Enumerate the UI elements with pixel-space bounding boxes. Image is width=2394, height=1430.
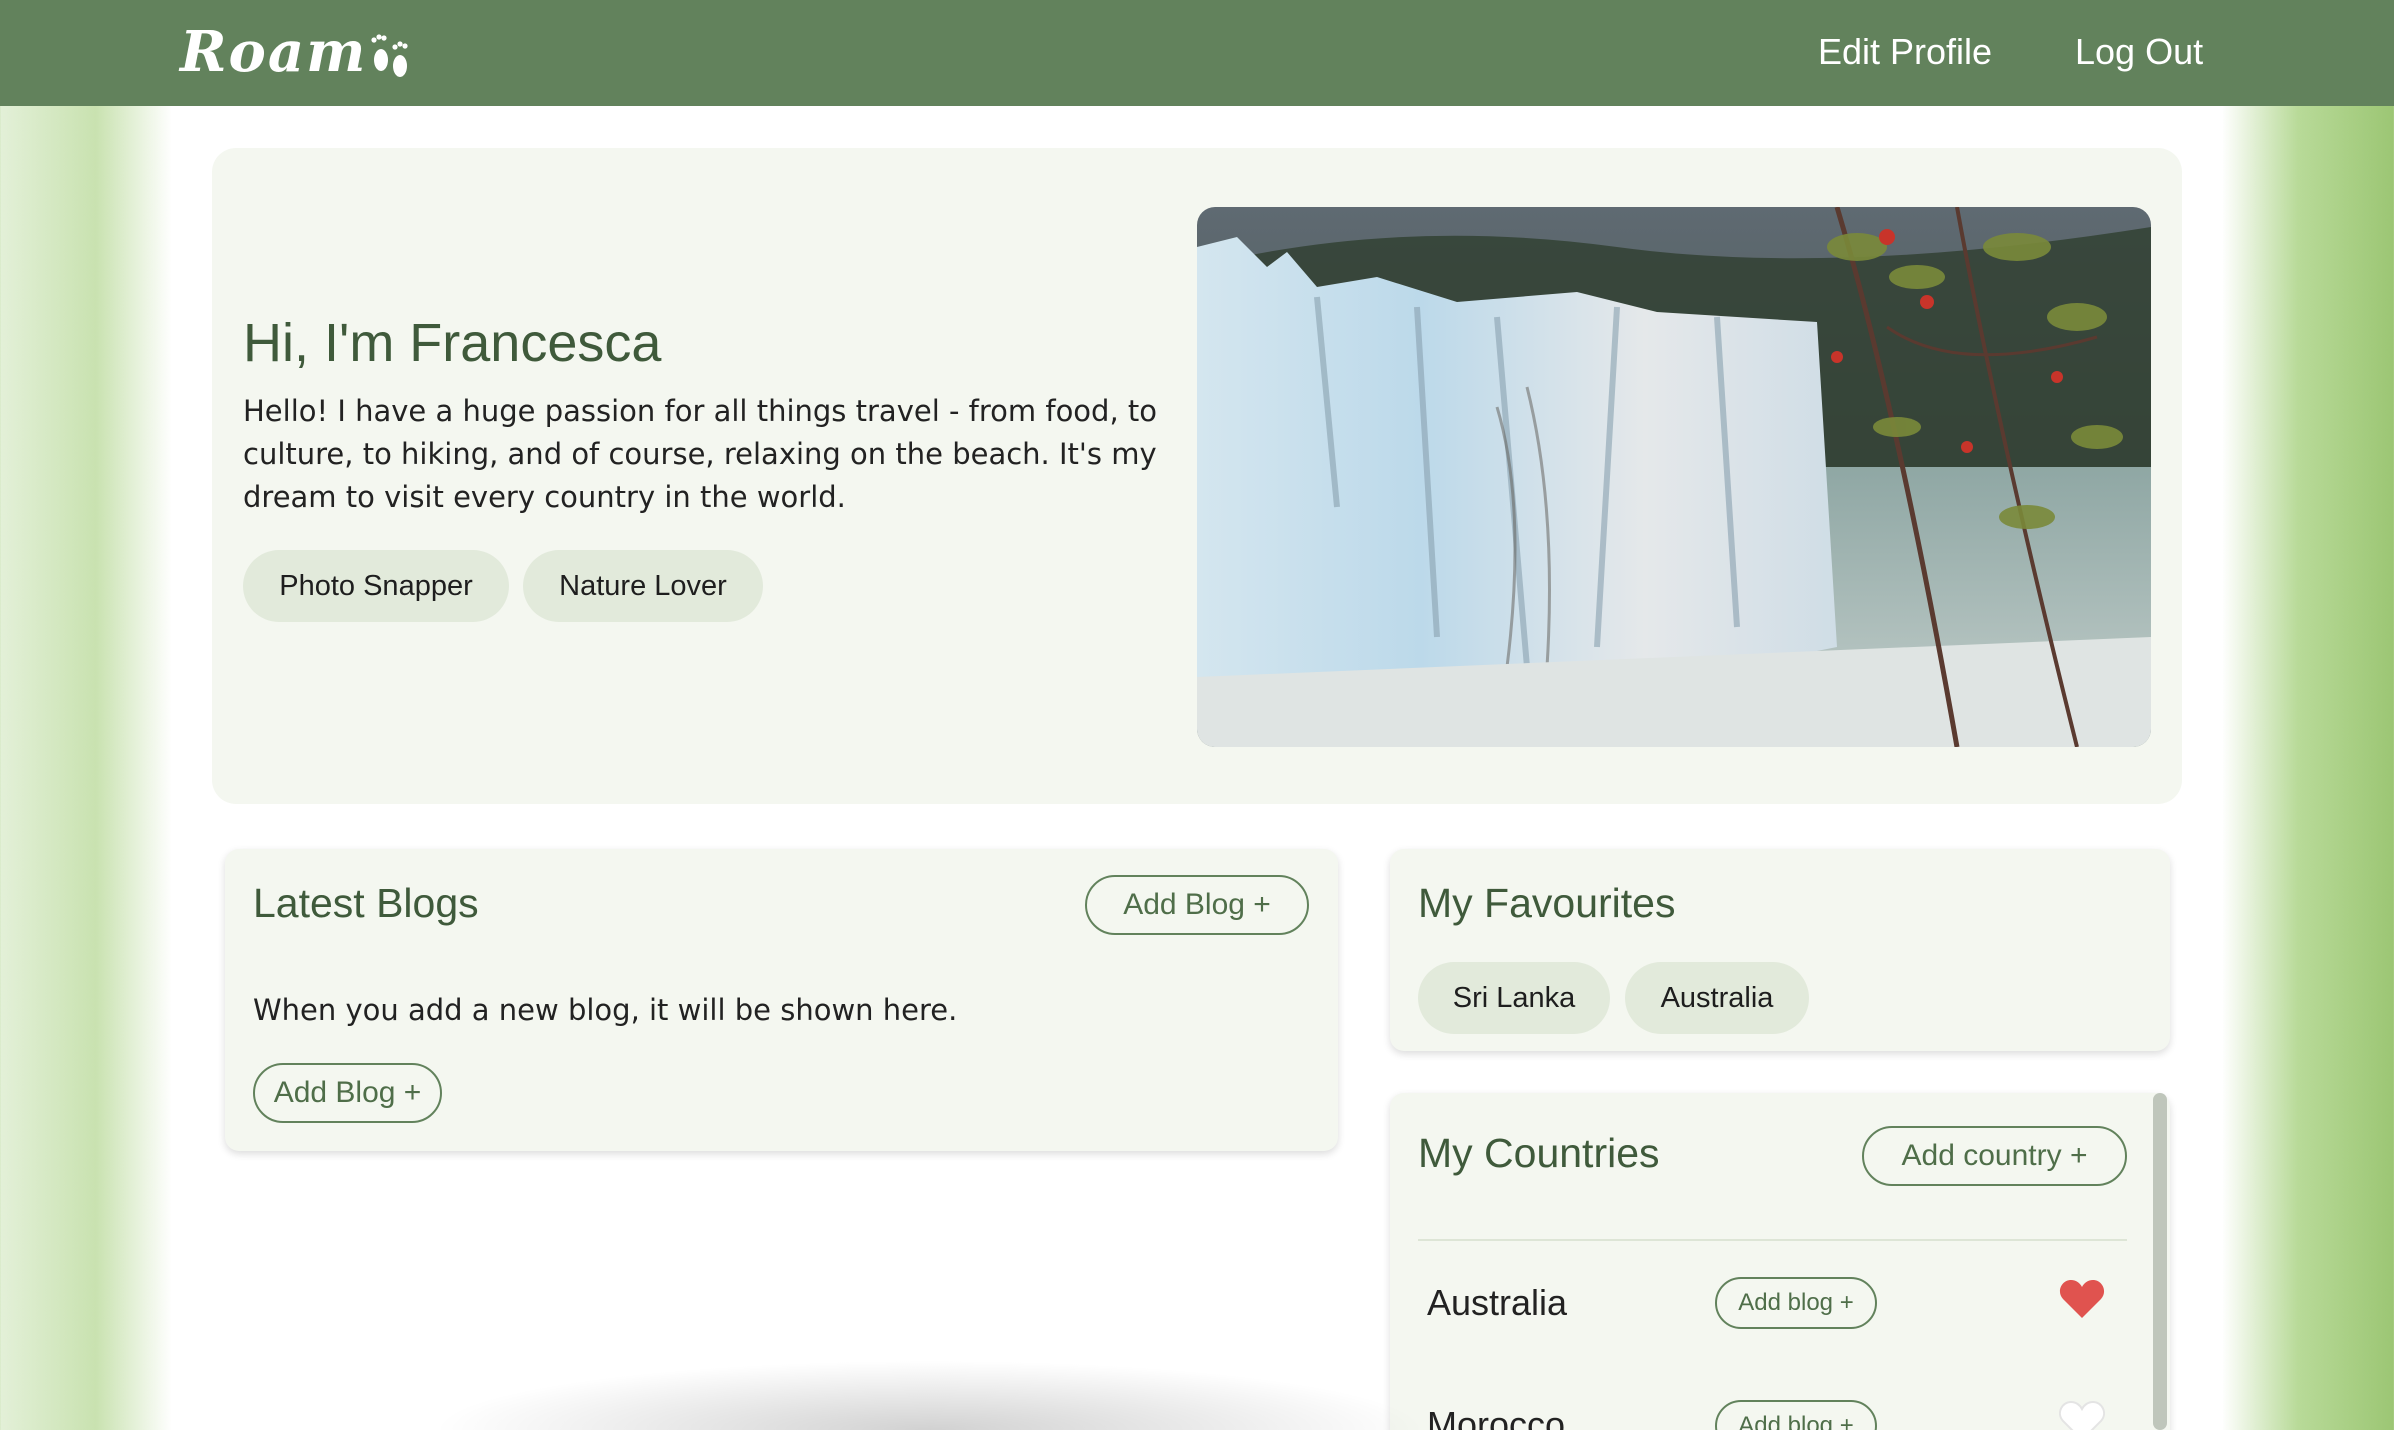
footprints-icon [371, 34, 409, 77]
blogs-empty-message: When you add a new blog, it will be show… [253, 993, 958, 1027]
country-name-morocco: Morocco [1427, 1404, 1566, 1430]
glacier-photo [1197, 207, 2151, 747]
tag-nature-lover: Nature Lover [523, 550, 763, 622]
profile-bio: Hello! I have a huge passion for all thi… [243, 394, 1158, 514]
log-out-link[interactable]: Log Out [2075, 28, 2203, 76]
heart-outline-icon[interactable] [2059, 1400, 2105, 1430]
add-blog-button[interactable]: Add Blog + [1085, 875, 1309, 935]
countries-divider [1418, 1239, 2127, 1241]
add-blog-morocco-button[interactable]: Add blog + [1715, 1400, 1877, 1430]
favourite-australia[interactable]: Australia [1625, 962, 1809, 1034]
add-country-button[interactable]: Add country + [1862, 1126, 2127, 1186]
my-favourites-title: My Favourites [1418, 880, 1676, 926]
add-blog-button-secondary[interactable]: Add Blog + [253, 1063, 442, 1123]
add-blog-australia-button[interactable]: Add blog + [1715, 1277, 1877, 1329]
logo-text: Roam [180, 19, 368, 85]
edit-profile-link[interactable]: Edit Profile [1818, 28, 1992, 76]
roam-logo[interactable]: Roam [180, 22, 413, 82]
bottom-shadow [430, 1360, 1430, 1430]
country-name-australia: Australia [1427, 1282, 1568, 1323]
countries-scrollbar[interactable] [2153, 1093, 2167, 1430]
tag-photo-snapper: Photo Snapper [243, 550, 509, 622]
my-countries-title: My Countries [1418, 1130, 1660, 1176]
navbar: Roam Edit Profile Log Out [0, 0, 2394, 106]
profile-greeting: Hi, I'm Francesca [243, 313, 662, 373]
latest-blogs-title: Latest Blogs [253, 880, 479, 926]
favourite-sri-lanka[interactable]: Sri Lanka [1418, 962, 1610, 1034]
heart-filled-icon[interactable] [2059, 1278, 2105, 1320]
